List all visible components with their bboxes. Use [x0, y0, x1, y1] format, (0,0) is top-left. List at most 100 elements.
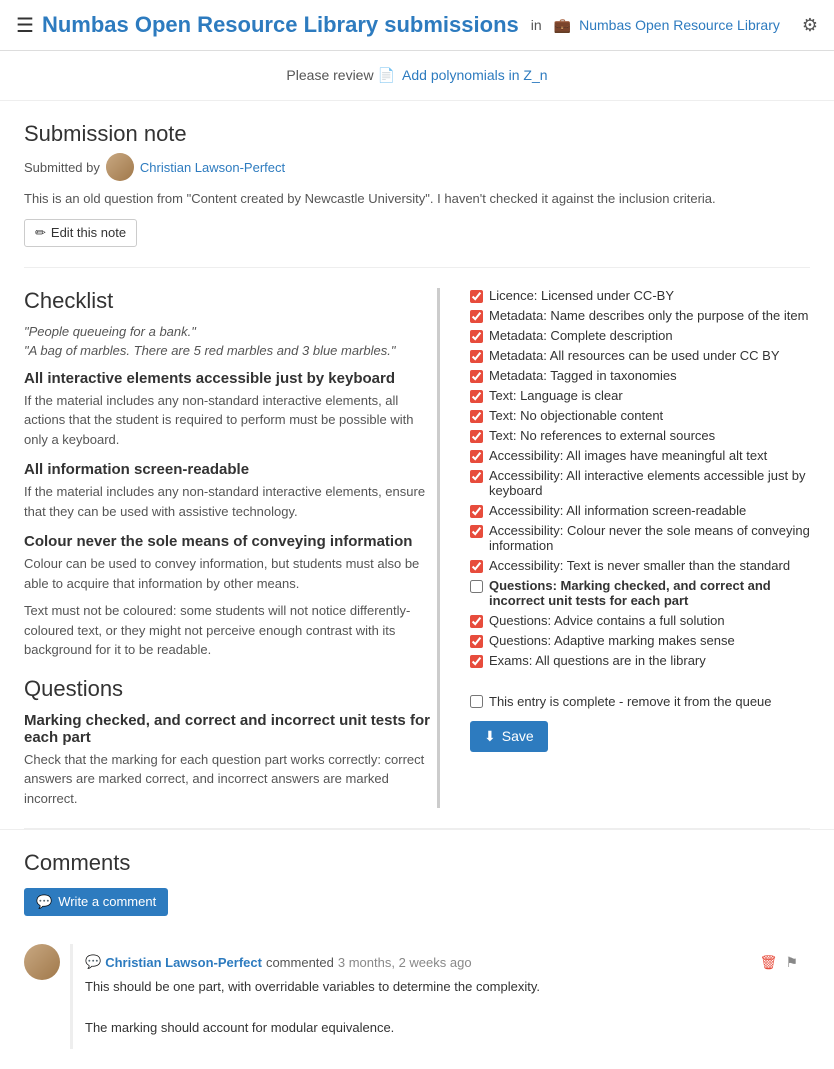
comments-section: Comments 💬 Write a comment 💬Christian La…	[0, 829, 834, 1069]
in-text: in	[531, 17, 542, 33]
right-checklist-item: Metadata: Tagged in taxonomies	[470, 368, 810, 383]
gear-icon[interactable]: ⚙	[802, 15, 818, 36]
submitted-label: Submitted by	[24, 160, 100, 175]
right-checklist-item: Text: No objectionable content	[470, 408, 810, 423]
right-checkbox-label: Accessibility: Text is never smaller tha…	[489, 558, 790, 573]
list-item: All interactive elements accessible just…	[24, 370, 431, 450]
save-icon: ⬇	[484, 728, 496, 745]
divider-1	[24, 267, 810, 268]
author-link[interactable]: Christian Lawson-Perfect	[140, 160, 285, 175]
right-checkbox-11[interactable]	[470, 525, 483, 538]
save-label: Save	[502, 728, 534, 744]
checklist-section: Checklist "People queueing for a bank." …	[24, 288, 810, 808]
avatar	[106, 153, 134, 181]
comment-verb: commented	[266, 955, 334, 970]
edit-note-label: Edit this note	[51, 225, 126, 240]
right-checkbox-2[interactable]	[470, 330, 483, 343]
review-link[interactable]: Add polynomials in Z_n	[402, 67, 548, 83]
checklist-item-desc: Colour can be used to convey information…	[24, 554, 431, 593]
submitted-by-row: Submitted by Christian Lawson-Perfect	[24, 153, 810, 181]
right-checkbox-14[interactable]	[470, 615, 483, 628]
checklist-quote-2: "A bag of marbles. There are 5 red marbl…	[24, 343, 431, 358]
checklist-title: Checklist	[24, 288, 431, 314]
right-checkbox-7[interactable]	[470, 430, 483, 443]
checklist-quote-1: "People queueing for a bank."	[24, 324, 431, 339]
right-checkbox-4[interactable]	[470, 370, 483, 383]
right-checkbox-6[interactable]	[470, 410, 483, 423]
right-checkbox-label: Questions: Advice contains a full soluti…	[489, 613, 725, 628]
write-comment-label: Write a comment	[58, 894, 156, 909]
right-checkbox-1[interactable]	[470, 310, 483, 323]
comment-time: 3 months, 2 weeks ago	[338, 955, 472, 970]
right-checkbox-label: Metadata: Name describes only the purpos…	[489, 308, 808, 323]
write-comment-button[interactable]: 💬 Write a comment	[24, 888, 168, 916]
right-checklist-items: Licence: Licensed under CC-BY Metadata: N…	[470, 288, 810, 668]
library-icon: 💼	[554, 17, 571, 34]
right-checklist-item: Questions: Advice contains a full soluti…	[470, 613, 810, 628]
right-checkbox-label: Accessibility: Colour never the sole mea…	[489, 523, 810, 553]
right-checklist-item: Exams: All questions are in the library	[470, 653, 810, 668]
right-checklist-item: Questions: Marking checked, and correct …	[470, 578, 810, 608]
right-checkbox-13[interactable]	[470, 580, 483, 593]
right-checkbox-label: Metadata: All resources can be used unde…	[489, 348, 780, 363]
flag-icon[interactable]: ⚑	[785, 954, 798, 971]
complete-checkbox[interactable]	[470, 695, 483, 708]
pencil-icon: ✏	[35, 225, 46, 241]
right-checkbox-label: Metadata: Complete description	[489, 328, 673, 343]
right-checkbox-16[interactable]	[470, 655, 483, 668]
left-checklist-items: All interactive elements accessible just…	[24, 370, 431, 660]
trash-icon[interactable]: 🗑	[760, 954, 778, 971]
comment-author-link[interactable]: Christian Lawson-Perfect	[105, 955, 262, 970]
list-item: All information screen-readable If the m…	[24, 461, 431, 521]
checklist-item-title: All interactive elements accessible just…	[24, 370, 431, 387]
comment-text: This should be one part, with overridabl…	[85, 977, 798, 1039]
complete-item: This entry is complete - remove it from …	[470, 694, 810, 709]
right-checklist-item: Text: No references to external sources	[470, 428, 810, 443]
comment-actions: 🗑⚑	[760, 954, 798, 971]
comment-body: 💬 Christian Lawson-Perfect commented 3 mo…	[70, 944, 810, 1049]
right-checklist-item: Questions: Adaptive marking makes sense	[470, 633, 810, 648]
review-file-icon: 📄	[377, 67, 394, 83]
right-checkbox-8[interactable]	[470, 450, 483, 463]
right-checkbox-9[interactable]	[470, 470, 483, 483]
review-bar: Please review 📄 Add polynomials in Z_n	[0, 51, 834, 101]
right-checklist-item: Licence: Licensed under CC-BY	[470, 288, 810, 303]
right-checklist-item: Metadata: All resources can be used unde…	[470, 348, 810, 363]
right-checkbox-3[interactable]	[470, 350, 483, 363]
questions-section: Questions Marking checked, and correct a…	[24, 676, 431, 808]
library-link[interactable]: Numbas Open Resource Library	[579, 17, 780, 33]
right-checklist-item: Accessibility: All information screen-re…	[470, 503, 810, 518]
submission-note-title: Submission note	[24, 121, 810, 147]
list-item: Colour never the sole means of conveying…	[24, 533, 431, 593]
right-checkbox-label: Accessibility: All interactive elements …	[489, 468, 810, 498]
q-item-desc: Check that the marking for each question…	[24, 750, 431, 808]
comments-list: 💬 Christian Lawson-Perfect commented 3 mo…	[24, 944, 810, 1049]
submission-text: This is an old question from "Content cr…	[24, 189, 810, 209]
list-item: Text must not be coloured: some students…	[24, 601, 431, 660]
right-checkbox-10[interactable]	[470, 505, 483, 518]
right-checklist-item: Metadata: Name describes only the purpos…	[470, 308, 810, 323]
right-checkbox-label: Text: Language is clear	[489, 388, 623, 403]
list-item: Marking checked, and correct and incorre…	[24, 712, 431, 808]
right-checkbox-5[interactable]	[470, 390, 483, 403]
right-checkbox-0[interactable]	[470, 290, 483, 303]
comment-header: 💬 Christian Lawson-Perfect commented 3 mo…	[85, 954, 798, 971]
scrollable-checklist[interactable]: Checklist "People queueing for a bank." …	[24, 288, 440, 808]
header-title-link[interactable]: Numbas Open Resource Library submissions	[42, 12, 519, 38]
save-button[interactable]: ⬇ Save	[470, 721, 548, 752]
submission-note-section: Submission note Submitted by Christian L…	[24, 121, 810, 247]
complete-label: This entry is complete - remove it from …	[489, 694, 772, 709]
top-header: ☰ Numbas Open Resource Library submissio…	[0, 0, 834, 51]
comment-item: 💬 Christian Lawson-Perfect commented 3 mo…	[24, 944, 810, 1049]
q-item-title: Marking checked, and correct and incorre…	[24, 712, 431, 746]
complete-section: This entry is complete - remove it from …	[470, 684, 810, 752]
checklist-right: Licence: Licensed under CC-BY Metadata: N…	[470, 288, 810, 808]
right-checkbox-12[interactable]	[470, 560, 483, 573]
right-checklist-item: Text: Language is clear	[470, 388, 810, 403]
right-checkbox-15[interactable]	[470, 635, 483, 648]
edit-note-button[interactable]: ✏ Edit this note	[24, 219, 137, 247]
comment-speech-icon: 💬	[85, 954, 101, 970]
checklist-item-desc: If the material includes any non-standar…	[24, 391, 431, 450]
right-checkbox-label: Questions: Adaptive marking makes sense	[489, 633, 735, 648]
checklist-item-desc: If the material includes any non-standar…	[24, 482, 431, 521]
